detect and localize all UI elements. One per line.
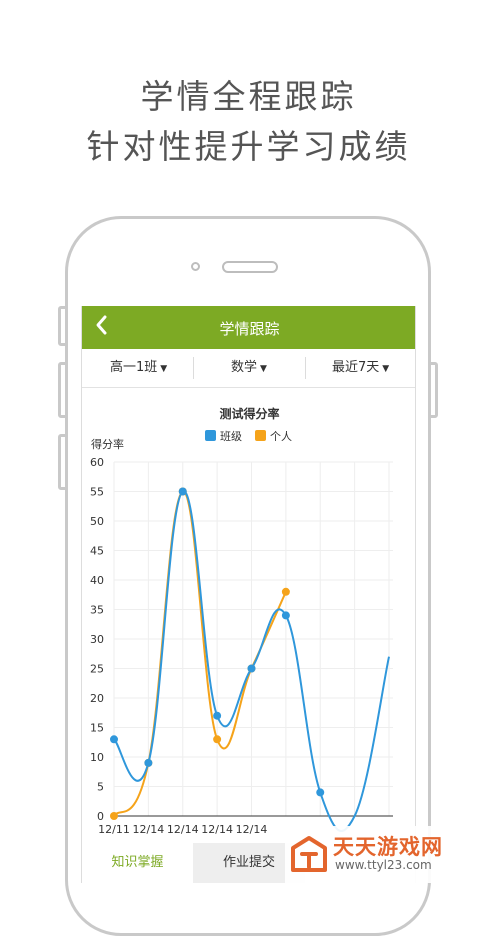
y-tick-label: 20 <box>90 692 104 705</box>
x-tick-label: 12/14 <box>167 823 199 836</box>
class-filter-label: 高一1班 <box>110 360 158 375</box>
watermark-logo-icon <box>291 836 327 872</box>
chart-area: 测试得分率 班级 个人 得分率 0 5 10 15 20 25 30 35 40 45 50 55 60… <box>82 388 415 843</box>
caret-down-icon: ▼ <box>382 364 390 374</box>
x-tick-label: 12/14 <box>236 823 268 836</box>
data-point-class <box>316 788 325 797</box>
y-tick-label: 15 <box>90 722 104 735</box>
watermark-url: www.ttyl23.com <box>335 858 432 872</box>
y-tick-label: 30 <box>90 633 104 646</box>
period-filter-label: 最近7天 <box>332 360 380 375</box>
y-tick-label: 60 <box>90 456 104 469</box>
class-filter-dropdown[interactable]: 高一1班 ▼ <box>110 349 167 387</box>
app-header: 学情跟踪 <box>82 306 415 349</box>
subject-filter-dropdown[interactable]: 数学 ▼ <box>231 349 267 387</box>
x-tick-label: 12/14 <box>201 823 233 836</box>
data-point-class <box>247 664 256 673</box>
y-tick-label: 0 <box>97 810 104 823</box>
filter-bar: 高一1班 ▼ 数学 ▼ 最近7天 ▼ <box>82 349 415 388</box>
y-tick-label: 5 <box>97 781 104 794</box>
data-point-personal <box>213 735 222 744</box>
phone-speaker <box>222 261 278 273</box>
headline-line1: 学情全程跟踪 <box>140 77 357 116</box>
y-tick-label: 50 <box>90 515 104 528</box>
tab-knowledge-mastery[interactable]: 知识掌握 <box>82 843 193 883</box>
headline-line2: 针对性提升学习成绩 <box>86 127 411 166</box>
y-tick-label: 10 <box>90 751 104 764</box>
watermark-brand: 天天游戏网 <box>333 835 443 859</box>
filter-divider <box>193 357 194 379</box>
data-point-class <box>144 758 153 767</box>
y-tick-label: 55 <box>90 486 104 499</box>
data-point-personal <box>110 812 118 820</box>
data-point-class <box>281 611 290 620</box>
x-tick-label: 12/11 <box>98 823 130 836</box>
app-screen: 学情跟踪 高一1班 ▼ 数学 ▼ 最近7天 ▼ 测试得分率 班级 个人 得分率 051… <box>81 306 416 883</box>
y-tick-label: 35 <box>90 604 104 617</box>
data-point-class <box>178 487 187 496</box>
y-tick-label: 40 <box>90 574 104 587</box>
x-tick-label: 12/14 <box>133 823 165 836</box>
subject-filter-label: 数学 <box>231 360 258 375</box>
caret-down-icon: ▼ <box>260 364 267 374</box>
period-filter-dropdown[interactable]: 最近7天 ▼ <box>332 349 389 387</box>
phone-camera <box>191 262 200 271</box>
filter-divider <box>305 357 306 379</box>
series-line-personal <box>113 490 287 817</box>
line-chart: 05101520253035404550556012/11 12/14 12/14 1… <box>90 456 393 836</box>
y-tick-label: 25 <box>90 663 104 676</box>
data-point-class <box>213 711 222 720</box>
y-tick-label: 45 <box>90 545 104 558</box>
watermark: 天天游戏网 www.ttyl23.com <box>285 826 497 883</box>
data-point-class <box>110 735 118 744</box>
data-point-personal <box>281 587 290 596</box>
caret-down-icon: ▼ <box>160 364 168 374</box>
page-title: 学情跟踪 <box>219 320 280 338</box>
